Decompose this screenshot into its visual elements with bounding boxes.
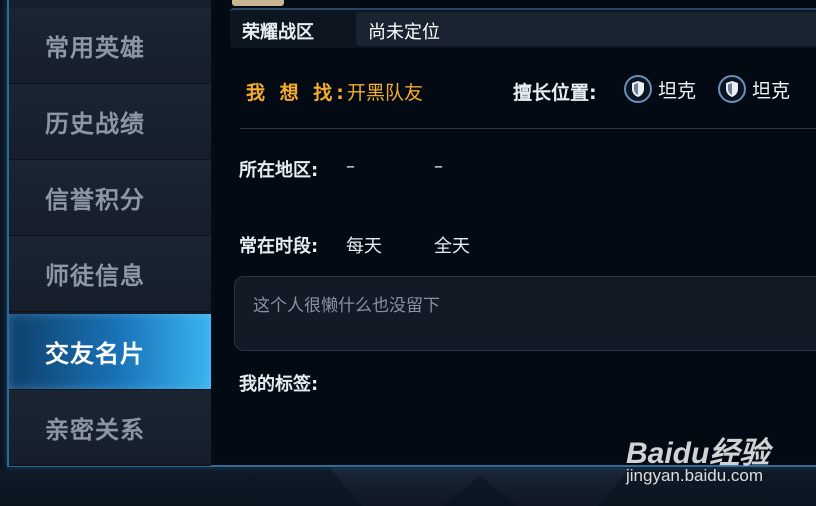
position-label: 坦克 bbox=[752, 79, 791, 102]
time-hours[interactable]: 全天 bbox=[434, 232, 470, 258]
decor-wing-right bbox=[470, 468, 630, 506]
sidebar-item-label: 常用英雄 bbox=[45, 34, 145, 62]
decor-wing-left bbox=[330, 468, 490, 506]
sidebar-item-label: 信誉积分 bbox=[45, 186, 145, 214]
bio-placeholder: 这个人很懒什么也没留下 bbox=[253, 296, 440, 316]
sidebar-item-label: 师徒信息 bbox=[45, 262, 145, 290]
watermark-url: jingyan.baidu.com bbox=[626, 466, 764, 485]
seek-label: 我 想 找: bbox=[246, 82, 348, 104]
watermark: Baidu经验 jingyan.baidu.com bbox=[626, 414, 796, 492]
sidebar-item-label: 历史战绩 bbox=[45, 110, 145, 138]
sidebar-item-intimacy[interactable]: 亲密关系 bbox=[9, 390, 211, 466]
top-tab-indicator bbox=[232, 0, 284, 6]
position-chip[interactable]: 坦克 bbox=[718, 73, 790, 105]
server-value-field[interactable]: 尚未定位 bbox=[356, 12, 816, 46]
shield-icon bbox=[718, 75, 746, 103]
bio-textarea[interactable]: 这个人很懒什么也没留下 bbox=[234, 276, 816, 351]
time-label: 常在时段: bbox=[239, 236, 319, 257]
shield-icon bbox=[624, 75, 652, 103]
position-label: 坦克 bbox=[658, 79, 697, 102]
divider bbox=[240, 128, 816, 129]
sidebar-item-mentor-info[interactable]: 师徒信息 bbox=[9, 236, 211, 312]
positions-label: 擅长位置: bbox=[513, 82, 597, 104]
position-chip[interactable]: 坦克 bbox=[624, 73, 696, 105]
sidebar-item-friend-card[interactable]: 交友名片 bbox=[9, 314, 211, 390]
region-label: 所在地区: bbox=[239, 160, 319, 181]
server-value: 尚未定位 bbox=[368, 22, 440, 43]
sidebar-item-label: 亲密关系 bbox=[45, 416, 145, 444]
sidebar-item-credit-score[interactable]: 信誉积分 bbox=[9, 160, 211, 236]
server-label: 荣耀战区 bbox=[242, 22, 314, 43]
tags-label: 我的标签: bbox=[239, 374, 319, 395]
region-province[interactable]: – bbox=[346, 156, 355, 177]
sidebar: 常用英雄 历史战绩 信誉积分 师徒信息 交友名片 亲密关系 bbox=[9, 0, 211, 466]
seek-value[interactable]: 开黑队友 bbox=[347, 78, 423, 105]
time-days[interactable]: 每天 bbox=[346, 232, 382, 258]
sidebar-item-label: 交友名片 bbox=[45, 340, 145, 368]
region-city[interactable]: – bbox=[434, 156, 443, 177]
server-bar: 荣耀战区 尚未定位 bbox=[230, 8, 816, 48]
sidebar-item-match-history[interactable]: 历史战绩 bbox=[9, 84, 211, 160]
sidebar-item-common-heroes[interactable]: 常用英雄 bbox=[9, 8, 211, 84]
